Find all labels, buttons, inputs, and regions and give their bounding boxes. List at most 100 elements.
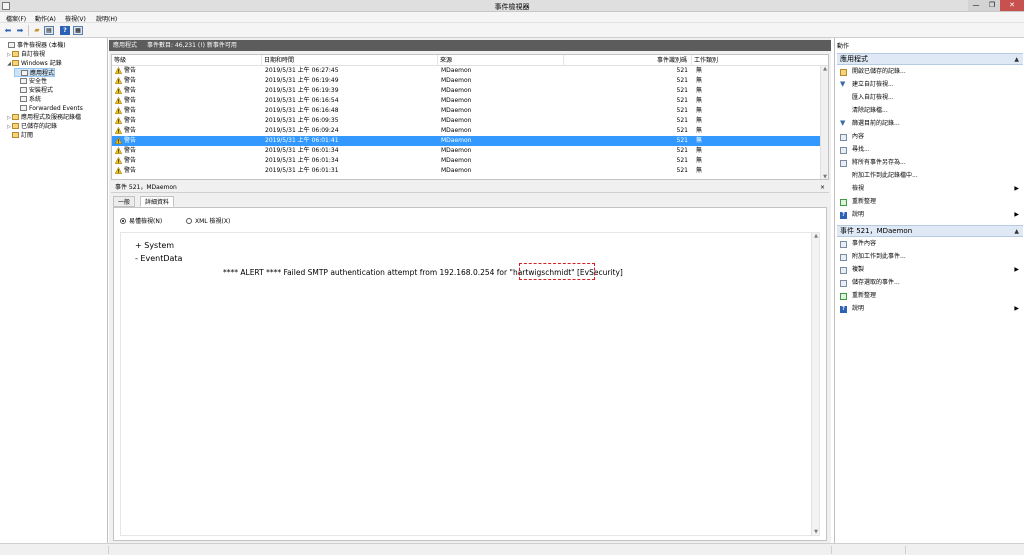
close-detail-icon[interactable]: × <box>820 182 825 193</box>
tree-item-windows-logs[interactable]: ◢ Windows 記錄 <box>6 59 62 68</box>
help-icon: ? <box>840 306 847 313</box>
table-row[interactable]: 警告 2019/5/31 上午 06:27:45 MDaemon 521 無 <box>112 66 822 76</box>
scroll-up-icon[interactable]: ▲ <box>821 66 828 72</box>
action-label: 尋找... <box>852 146 870 153</box>
show-actions-icon[interactable]: ▦ <box>73 26 83 35</box>
tree-item-system[interactable]: 系統 <box>14 95 41 104</box>
table-row[interactable]: 警告 2019/5/31 上午 06:16:48 MDaemon 521 無 <box>112 106 822 116</box>
action-item[interactable]: 將所有事件另存為... <box>837 157 1023 169</box>
scroll-down-icon[interactable]: ▼ <box>812 529 820 535</box>
table-row[interactable]: 警告 2019/5/31 上午 06:09:35 MDaemon 521 無 <box>112 116 822 126</box>
scroll-up-icon[interactable]: ▲ <box>812 233 820 239</box>
cell-task-category: 無 <box>696 117 703 124</box>
collapse-icon[interactable]: ▲ <box>1014 54 1019 65</box>
action-label: 儲存選取的事件... <box>852 279 900 286</box>
cell-source: MDaemon <box>441 157 472 164</box>
action-item[interactable]: 重新整理 <box>837 290 1023 302</box>
cell-task-category: 無 <box>696 87 703 94</box>
event-count: 事件數目: 46,231 (!) 新事件可用 <box>147 42 237 49</box>
tree-item-forwarded-events[interactable]: Forwarded Events <box>14 104 83 113</box>
action-item[interactable]: 開啟已儲存的記錄... <box>837 66 1023 78</box>
log-icon <box>20 105 27 111</box>
submenu-arrow-icon: ▶ <box>1014 211 1019 218</box>
action-item[interactable]: 儲存選取的事件... <box>837 277 1023 289</box>
menu-action[interactable]: 動作(A) <box>35 14 56 23</box>
tree-item-application[interactable]: 應用程式 <box>14 68 56 77</box>
show-tree-icon[interactable]: ▤ <box>44 26 54 35</box>
menu-file[interactable]: 檔案(F) <box>6 14 26 23</box>
tab-general[interactable]: 一般 <box>113 196 136 207</box>
node-eventdata[interactable]: - EventData <box>135 254 182 263</box>
action-item[interactable]: 附加工作到此事件... <box>837 251 1023 263</box>
action-item[interactable]: ? 說明 ▶ <box>837 209 1023 221</box>
radio-xml-view[interactable]: XML 檢視(X) <box>186 216 230 225</box>
radio-friendly-view[interactable]: 易懂檢視(N) <box>120 216 162 225</box>
tree-item-subscriptions[interactable]: 訂閱 <box>6 131 33 140</box>
refresh-icon <box>840 199 847 206</box>
status-divider <box>905 546 906 554</box>
cell-level: 警告 <box>124 157 137 164</box>
column-datetime[interactable]: 日期和時間 <box>262 55 438 66</box>
cell-level: 警告 <box>124 77 137 84</box>
submenu-arrow-icon: ▶ <box>1014 266 1019 273</box>
action-item[interactable]: 尋找... <box>837 144 1023 156</box>
cell-datetime: 2019/5/31 上午 06:09:35 <box>265 117 339 124</box>
blank-icon <box>840 173 847 180</box>
table-row[interactable]: 警告 2019/5/31 上午 06:16:54 MDaemon 521 無 <box>112 96 822 106</box>
minimize-button[interactable]: — <box>968 0 984 11</box>
action-item[interactable]: 複製 ▶ <box>837 264 1023 276</box>
action-item[interactable]: 附加工作到此記錄檔中... <box>837 170 1023 182</box>
column-task-category[interactable]: 工作類別 <box>692 55 828 66</box>
tree-item-app-service-logs[interactable]: ▷ 應用程式及服務記錄檔 <box>6 113 81 122</box>
node-system[interactable]: + System <box>135 241 174 250</box>
tree-item-root[interactable]: 事件檢視器 (本機) <box>2 41 66 50</box>
tree-item-setup[interactable]: 安裝程式 <box>14 86 53 95</box>
scroll-down-icon[interactable]: ▼ <box>821 174 828 179</box>
action-item[interactable]: 清除記錄檔... <box>837 105 1023 117</box>
action-item[interactable]: ▼ 篩選目前的記錄... <box>837 118 1023 130</box>
tree-item-custom-views[interactable]: ▷ 自訂檢視 <box>6 50 45 59</box>
help-icon[interactable]: ? <box>60 26 70 35</box>
table-row[interactable]: 警告 2019/5/31 上午 06:01:34 MDaemon 521 無 <box>112 156 822 166</box>
table-row[interactable]: 警告 2019/5/31 上午 06:01:34 MDaemon 521 無 <box>112 146 822 156</box>
folder-up-icon[interactable]: ▰ <box>32 26 42 35</box>
table-row[interactable]: 警告 2019/5/31 上午 06:19:49 MDaemon 521 無 <box>112 76 822 86</box>
cell-datetime: 2019/5/31 上午 06:16:48 <box>265 107 339 114</box>
cell-task-category: 無 <box>696 147 703 154</box>
action-item[interactable]: 檢視 ▶ <box>837 183 1023 195</box>
cell-event-id: 521 <box>676 117 688 124</box>
column-source[interactable]: 來源 <box>438 55 564 66</box>
action-item[interactable]: 匯入自訂檢視... <box>837 92 1023 104</box>
close-button[interactable]: ✕ <box>1000 0 1024 11</box>
action-label: 開啟已儲存的記錄... <box>852 68 906 75</box>
tab-details[interactable]: 詳細資料 <box>140 196 175 207</box>
table-row[interactable]: 警告 2019/5/31 上午 06:01:31 MDaemon 521 無 <box>112 166 822 176</box>
column-event-id[interactable]: 事件識別碼 <box>564 55 692 66</box>
menu-help[interactable]: 說明(H) <box>96 14 117 23</box>
actions-section-event[interactable]: 事件 521，MDaemon ▲ <box>837 225 1023 237</box>
cell-datetime: 2019/5/31 上午 06:01:34 <box>265 147 339 154</box>
action-item[interactable]: 事件內容 <box>837 238 1023 250</box>
tree-item-security[interactable]: 安全性 <box>14 77 47 86</box>
back-arrow-icon[interactable]: ⬅ <box>3 26 13 35</box>
table-row[interactable]: 警告 2019/5/31 上午 06:01:41 MDaemon 521 無 <box>112 136 822 146</box>
event-list-scrollbar[interactable]: ▲ ▼ <box>820 66 828 179</box>
table-row[interactable]: 警告 2019/5/31 上午 06:19:39 MDaemon 521 無 <box>112 86 822 96</box>
column-level[interactable]: 等級 <box>112 55 262 66</box>
detail-scrollbar[interactable]: ▲ ▼ <box>811 233 819 535</box>
forward-arrow-icon[interactable]: ➡ <box>15 26 25 35</box>
action-item[interactable]: 重新整理 <box>837 196 1023 208</box>
action-item[interactable]: ▼ 建立自訂檢視... <box>837 79 1023 91</box>
menu-view[interactable]: 檢視(V) <box>65 14 86 23</box>
actions-section-application[interactable]: 應用程式 ▲ <box>837 53 1023 65</box>
action-item[interactable]: ? 說明 ▶ <box>837 303 1023 315</box>
action-label: 事件內容 <box>852 240 877 247</box>
maximize-button[interactable]: ❐ <box>984 0 1000 11</box>
cell-level: 警告 <box>124 147 137 154</box>
table-row[interactable]: 警告 2019/5/31 上午 06:09:24 MDaemon 521 無 <box>112 126 822 136</box>
collapse-icon[interactable]: ▲ <box>1014 226 1019 237</box>
submenu-arrow-icon: ▶ <box>1014 185 1019 192</box>
action-item[interactable]: 內容 <box>837 131 1023 143</box>
tree-item-saved-logs[interactable]: ▷ 已儲存的記錄 <box>6 122 57 131</box>
copy-icon <box>840 267 847 274</box>
